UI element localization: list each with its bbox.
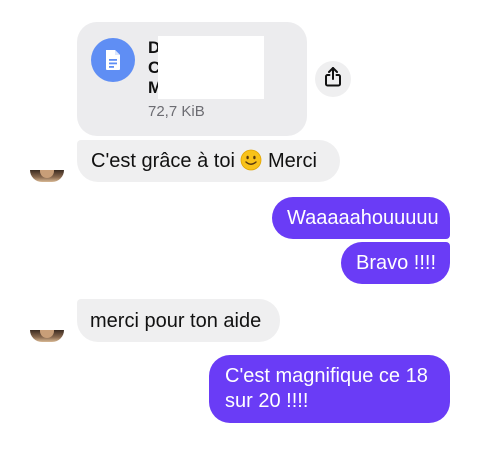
smiling-face-icon <box>240 149 262 171</box>
share-upload-icon <box>324 66 342 92</box>
message-text: merci pour ton aide <box>90 310 262 332</box>
message-incoming: merci pour ton aide <box>77 299 280 342</box>
document-icon <box>91 38 135 82</box>
message-text: C'est grâce à toi <box>91 150 241 172</box>
file-size: 72,7 KiB <box>148 103 205 120</box>
message-text: sur 20 !!!! <box>225 390 309 412</box>
file-attachment[interactable]: D i l C till - C M x 72,7 KiB <box>77 22 307 136</box>
message-outgoing: Bravo !!!! <box>341 242 450 284</box>
avatar[interactable] <box>30 330 64 342</box>
message-text: C'est magnifique ce 18 <box>225 365 428 387</box>
message-outgoing: Waaaaahouuuuu <box>272 197 450 239</box>
share-button[interactable] <box>315 61 351 97</box>
redaction-box <box>158 36 264 99</box>
chat-thread: D i l C till - C M x 72,7 KiB C'est grâc… <box>0 0 494 454</box>
message-text: Waaaaahouuuuu <box>287 207 439 229</box>
message-text: Bravo !!!! <box>356 252 437 274</box>
message-outgoing: C'est magnifique ce 18 sur 20 !!!! <box>209 355 450 423</box>
message-incoming: C'est grâce à toi Merci <box>77 140 340 182</box>
avatar[interactable] <box>30 170 64 182</box>
message-text: Merci <box>262 150 317 172</box>
